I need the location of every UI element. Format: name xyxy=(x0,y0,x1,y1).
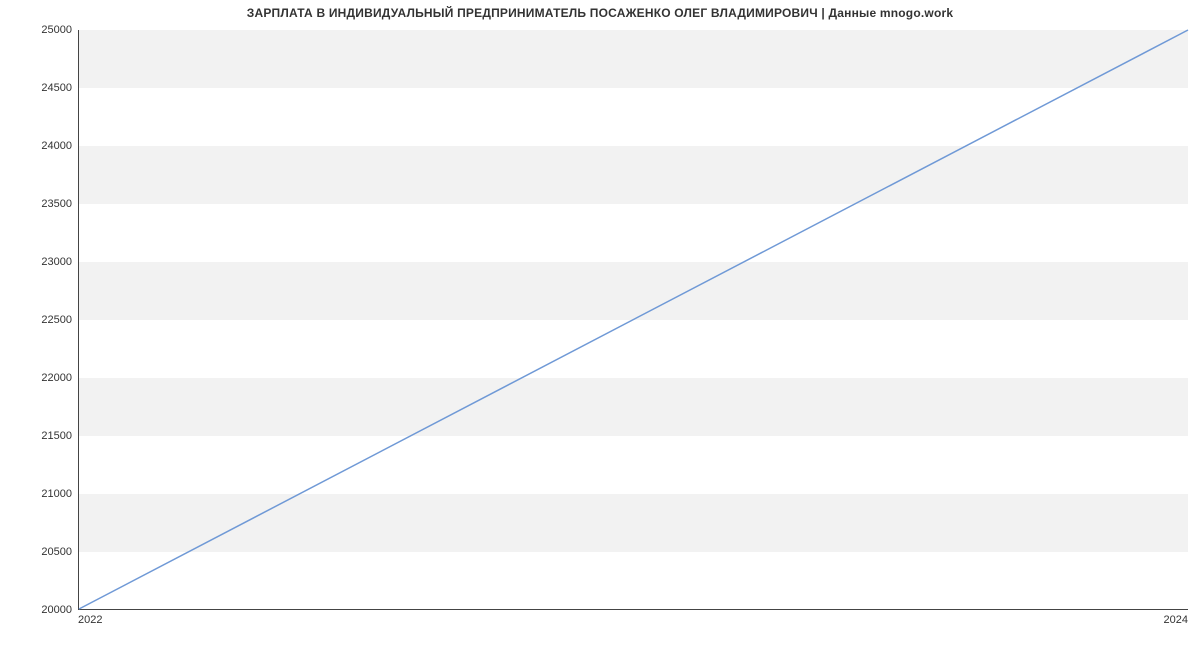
xtick-left: 2022 xyxy=(78,614,102,626)
plot-area xyxy=(78,30,1188,610)
ytick-8: 24000 xyxy=(32,140,72,152)
xtick-right: 2024 xyxy=(1164,614,1188,626)
chart-container: ЗАРПЛАТА В ИНДИВИДУАЛЬНЫЙ ПРЕДПРИНИМАТЕЛ… xyxy=(0,0,1200,650)
ytick-9: 24500 xyxy=(32,82,72,94)
ytick-2: 21000 xyxy=(32,488,72,500)
ytick-4: 22000 xyxy=(32,372,72,384)
chart-title: ЗАРПЛАТА В ИНДИВИДУАЛЬНЫЙ ПРЕДПРИНИМАТЕЛ… xyxy=(0,6,1200,20)
ytick-0: 20000 xyxy=(32,604,72,616)
ytick-10: 25000 xyxy=(32,24,72,36)
data-line xyxy=(79,30,1188,609)
ytick-1: 20500 xyxy=(32,546,72,558)
ytick-7: 23500 xyxy=(32,198,72,210)
ytick-3: 21500 xyxy=(32,430,72,442)
ytick-6: 23000 xyxy=(32,256,72,268)
ytick-5: 22500 xyxy=(32,314,72,326)
